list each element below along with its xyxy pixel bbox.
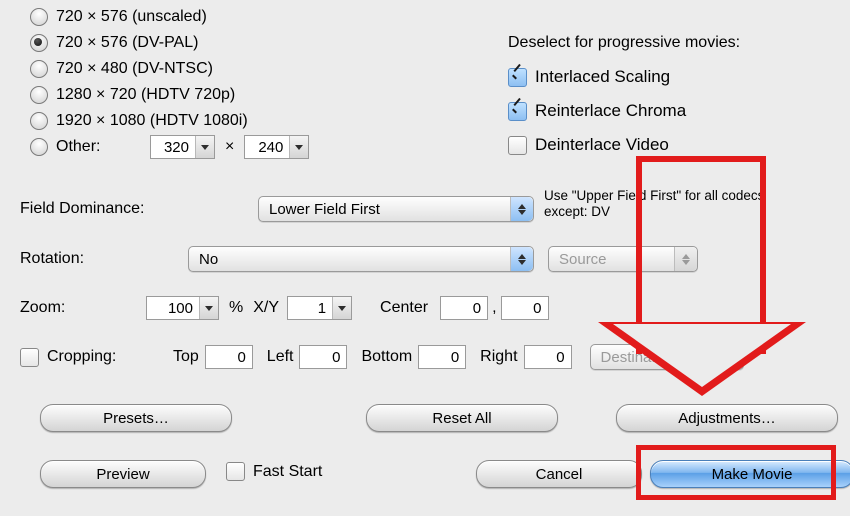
crop-bottom-field[interactable]: 0 (418, 345, 466, 369)
radio-other[interactable] (30, 138, 48, 156)
field-dominance-label: Field Dominance: (20, 200, 258, 218)
comma: , (492, 299, 496, 317)
chevron-down-icon (332, 297, 351, 319)
other-width-value: 320 (151, 139, 195, 156)
rotation-label: Rotation: (20, 250, 188, 268)
zoom-xy-value: 1 (288, 300, 332, 317)
radio-label: 720 × 576 (DV-PAL) (56, 34, 198, 52)
annotation-arrow (760, 156, 766, 354)
presets-button[interactable]: Presets… (40, 404, 232, 432)
popup-arrows-icon (674, 247, 697, 271)
zoom-xy-label: X/Y (253, 299, 279, 317)
zoom-label: Zoom: (20, 299, 146, 317)
radio-label: 720 × 480 (DV-NTSC) (56, 60, 213, 78)
cropping-mode-popup[interactable]: Destina... (590, 344, 744, 370)
chevron-down-icon (195, 136, 214, 158)
rotation-source-popup[interactable]: Source (548, 246, 698, 272)
chevron-down-icon (199, 297, 218, 319)
reinterlace-chroma-label: Reinterlace Chroma (535, 101, 686, 121)
popup-arrows-icon (720, 345, 743, 369)
other-height-value: 240 (245, 139, 289, 156)
zoom-value-stepper[interactable]: 100 (146, 296, 219, 320)
radio-1920x1080-hdtv1080i[interactable] (30, 112, 48, 130)
zoom-value: 100 (147, 300, 199, 317)
crop-top-label: Top (173, 348, 199, 366)
deinterlace-video-label: Deinterlace Video (535, 135, 669, 155)
other-width-stepper[interactable]: 320 (150, 135, 215, 159)
times-symbol: × (225, 138, 234, 156)
fast-start-checkbox[interactable] (226, 462, 245, 481)
crop-bottom-label: Bottom (361, 348, 412, 366)
reset-all-button[interactable]: Reset All (366, 404, 558, 432)
zoom-center-x[interactable]: 0 (440, 296, 488, 320)
cropping-label: Cropping: (47, 348, 173, 366)
other-height-stepper[interactable]: 240 (244, 135, 309, 159)
adjustments-button[interactable]: Adjustments… (616, 404, 838, 432)
zoom-center-label: Center (380, 299, 428, 317)
deinterlace-video-checkbox[interactable] (508, 136, 527, 155)
rotation-popup[interactable]: No (188, 246, 534, 272)
field-dominance-value: Lower Field First (269, 201, 380, 218)
zoom-xy-stepper[interactable]: 1 (287, 296, 352, 320)
rotation-value: No (199, 251, 218, 268)
make-movie-button[interactable]: Make Movie (650, 460, 850, 488)
field-dominance-hint: Use "Upper Field First" for all codecs e… (544, 188, 786, 220)
crop-left-label: Left (267, 348, 294, 366)
radio-label: 720 × 576 (unscaled) (56, 8, 207, 26)
radio-label: 1920 × 1080 (HDTV 1080i) (56, 112, 248, 130)
radio-label: 1280 × 720 (HDTV 720p) (56, 86, 235, 104)
chevron-down-icon (289, 136, 308, 158)
cropping-mode-value: Destina... (601, 349, 664, 366)
preview-button[interactable]: Preview (40, 460, 206, 488)
radio-720x576-unscaled[interactable] (30, 8, 48, 26)
crop-left-field[interactable]: 0 (299, 345, 347, 369)
reinterlace-chroma-checkbox[interactable] (508, 102, 527, 121)
cancel-button[interactable]: Cancel (476, 460, 642, 488)
field-dominance-popup[interactable]: Lower Field First (258, 196, 534, 222)
popup-arrows-icon (510, 247, 533, 271)
cropping-checkbox[interactable] (20, 348, 39, 367)
percent-symbol: % (229, 299, 243, 317)
deselect-heading: Deselect for progressive movies: (508, 34, 740, 52)
radio-720x480-dvntsc[interactable] (30, 60, 48, 78)
crop-top-field[interactable]: 0 (205, 345, 253, 369)
zoom-center-y[interactable]: 0 (501, 296, 549, 320)
radio-720x576-dvpal[interactable] (30, 34, 48, 52)
crop-right-field[interactable]: 0 (524, 345, 572, 369)
interlaced-scaling-label: Interlaced Scaling (535, 67, 670, 87)
fast-start-label: Fast Start (253, 463, 322, 481)
radio-label-other: Other: (56, 138, 150, 156)
crop-right-label: Right (480, 348, 517, 366)
rotation-source-value: Source (559, 251, 607, 268)
interlaced-scaling-checkbox[interactable] (508, 68, 527, 87)
popup-arrows-icon (510, 197, 533, 221)
radio-1280x720-hdtv720p[interactable] (30, 86, 48, 104)
